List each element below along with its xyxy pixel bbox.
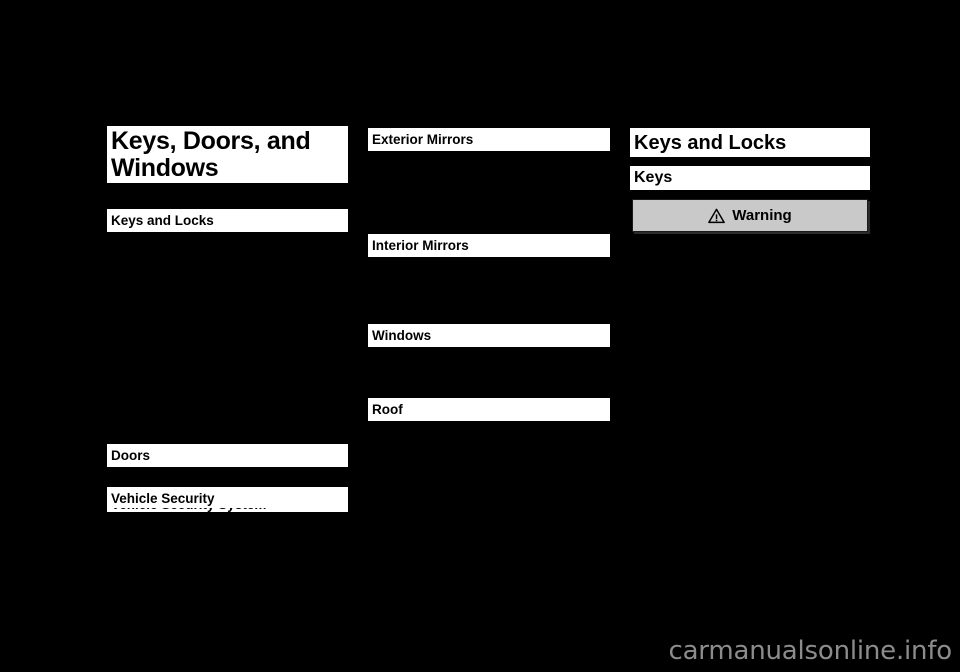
section-heading-label: Keys and Locks [634,131,787,154]
chapter-title-line-1: Keys, Doors, and [111,127,311,155]
toc-entry-exterior-mirrors[interactable]: Exterior Mirrors [368,128,610,151]
toc-entry-vehicle-security[interactable]: Vehicle Security [107,487,348,510]
toc-entry-label: Exterior Mirrors [372,132,474,147]
warning-label: Warning [732,206,792,224]
toc-entry-windows[interactable]: Windows [368,324,610,347]
toc-entry-interior-mirrors[interactable]: Interior Mirrors [368,234,610,257]
warning-triangle-icon [708,208,726,224]
warning-callout: Warning [632,199,868,232]
section-subheading-label: Keys [634,169,673,186]
section-heading-keys-and-locks: Keys and Locks [630,128,870,157]
toc-entry-keys-and-locks[interactable]: Keys and Locks [107,209,348,232]
chapter-title-line-2: Windows [111,154,219,182]
toc-entry-label: Interior Mirrors [372,238,469,253]
toc-entry-label: Doors [111,448,151,463]
site-watermark: carmanualsonline.info [668,636,952,666]
toc-entry-label: Roof [372,402,403,417]
manual-page: Keys, Doors, and Windows Keys and Locks … [0,0,960,672]
toc-entry-roof[interactable]: Roof [368,398,610,421]
toc-entry-label: Keys and Locks [111,213,214,228]
section-subheading-keys: Keys [630,166,870,190]
toc-entry-label: Vehicle Security [111,491,215,506]
toc-entry-label: Windows [372,328,432,343]
toc-entry-vehicle-security-system-clipped[interactable]: Vehicle Security System [107,508,348,512]
toc-entry-label: Vehicle Security System [111,508,348,512]
chapter-title: Keys, Doors, and Windows [107,126,348,183]
toc-entry-doors[interactable]: Doors [107,444,348,467]
